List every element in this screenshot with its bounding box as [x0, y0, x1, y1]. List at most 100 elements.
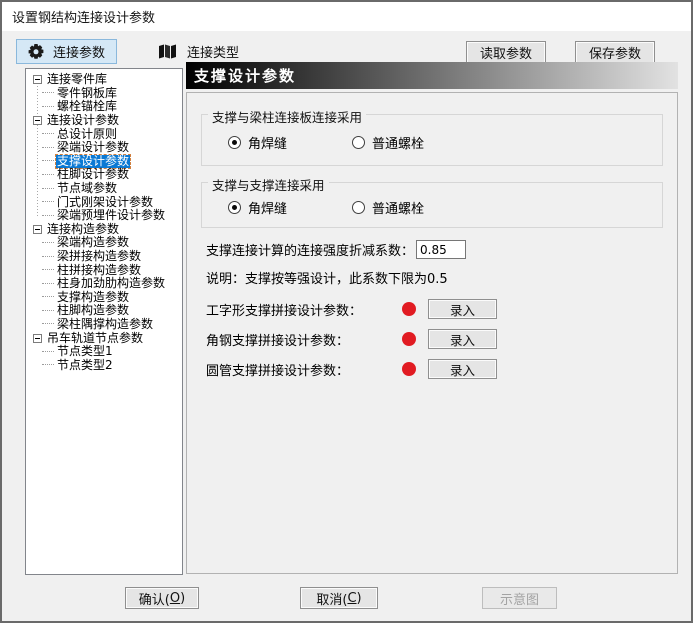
- book-icon: [159, 44, 178, 59]
- tree-item-label: 梁拼接构造参数: [57, 249, 142, 264]
- splice-entry-row: 角钢支撑拼接设计参数： 录入: [206, 329, 497, 349]
- tree-item[interactable]: 节点类型1: [26, 345, 182, 359]
- tree-item[interactable]: 连接零件库: [26, 73, 182, 87]
- tab-connection-parameters-label: 连接参数: [53, 46, 106, 61]
- cancel-button[interactable]: 取消(C): [300, 587, 378, 609]
- tree-connector-line: [42, 241, 54, 244]
- tree-item-label: 吊车轨道节点参数: [47, 330, 144, 345]
- entry-button[interactable]: 录入: [428, 299, 497, 319]
- cancel-label-pre: 取消(: [316, 592, 348, 608]
- collapse-icon[interactable]: [33, 75, 42, 85]
- tree-item[interactable]: 门式刚架设计参数: [26, 195, 182, 209]
- tree-item[interactable]: 梁端预埋件设计参数: [26, 209, 182, 223]
- tree-item[interactable]: 梁拼接构造参数: [26, 250, 182, 264]
- collapse-icon[interactable]: [33, 333, 42, 343]
- radio-option[interactable]: 角焊缝: [228, 198, 352, 217]
- tab-connection-types[interactable]: 连接类型: [148, 39, 250, 64]
- tree-item[interactable]: 节点域参数: [26, 182, 182, 196]
- radio-option-label: 角焊缝: [248, 137, 288, 152]
- window-title: 设置钢结构连接设计参数: [12, 11, 156, 26]
- tree-item-label: 梁端预埋件设计参数: [57, 208, 166, 223]
- splice-entry-label: 角钢支撑拼接设计参数：: [206, 333, 350, 349]
- tab-connection-parameters[interactable]: 连接参数: [16, 39, 118, 64]
- splice-entry-row: 工字形支撑拼接设计参数： 录入: [206, 299, 497, 319]
- collapse-icon[interactable]: [33, 224, 42, 234]
- group-brace-to-gusset-title: 支撑与梁柱连接板连接采用: [208, 107, 367, 126]
- radio-icon[interactable]: [352, 136, 365, 149]
- tree-item-label: 柱拼接构造参数: [57, 262, 142, 277]
- tree-item[interactable]: 螺栓锚栓库: [26, 100, 182, 114]
- tab-connection-types-label: 连接类型: [187, 46, 240, 61]
- tree-item-label: 柱脚构造参数: [57, 303, 130, 318]
- tree-connector-line: [42, 160, 54, 162]
- tree-item[interactable]: 柱脚构造参数: [26, 304, 182, 318]
- tree-item-label: 门式刚架设计参数: [57, 194, 154, 209]
- radio-option[interactable]: 普通螺栓: [352, 198, 476, 217]
- parameter-tree[interactable]: 连接零件库 零件钢板库 螺栓锚栓库 连接设计参数 总设计原则 梁端设计参数 支撑…: [25, 68, 183, 575]
- tree-item-label: 连接设计参数: [47, 113, 120, 128]
- radio-option-label: 角焊缝: [248, 202, 288, 217]
- tree-item-label: 零件钢板库: [57, 85, 118, 100]
- gear-icon: [28, 43, 44, 60]
- entry-button[interactable]: 录入: [428, 329, 497, 349]
- tree-item-label: 螺栓锚栓库: [57, 99, 118, 114]
- tree-connector-line: [42, 92, 54, 94]
- strength-reduction-row: 支撑连接计算的连接强度折减系数：: [206, 240, 466, 259]
- confirm-access-key: O: [169, 590, 181, 606]
- panel-header: 支撑设计参数: [186, 62, 678, 89]
- strength-reduction-label: 支撑连接计算的连接强度折减系数：: [206, 244, 415, 259]
- read-params-button[interactable]: 读取参数: [466, 41, 546, 64]
- radio-option[interactable]: 普通螺栓: [352, 133, 476, 152]
- tree-item[interactable]: 连接设计参数: [26, 114, 182, 128]
- tree-connector-line: [42, 296, 54, 298]
- group-brace-to-gusset: 支撑与梁柱连接板连接采用 角焊缝 普通螺栓: [201, 107, 663, 166]
- radio-icon[interactable]: [228, 136, 241, 149]
- tree-item-label: 总设计原则: [57, 126, 118, 141]
- tree-connector-line: [42, 105, 54, 108]
- cancel-label-post: ): [356, 590, 362, 606]
- tree-item-label: 节点域参数: [57, 181, 118, 196]
- tree-item[interactable]: 柱拼接构造参数: [26, 263, 182, 277]
- tree-item-label: 连接零件库: [47, 72, 108, 87]
- tree-item-label: 梁端构造参数: [57, 235, 130, 250]
- radio-option-label: 普通螺栓: [372, 137, 425, 152]
- tree-item[interactable]: 吊车轨道节点参数: [26, 331, 182, 345]
- tree-connector-line: [42, 364, 54, 366]
- title-bar: 设置钢结构连接设计参数: [2, 2, 691, 31]
- strength-reduction-input[interactable]: [416, 240, 466, 259]
- tree-item-label: 柱身加劲肋构造参数: [57, 276, 166, 291]
- tree-item[interactable]: 梁端构造参数: [26, 236, 182, 250]
- tree-connector-line: [42, 187, 54, 190]
- dialog-window: 设置钢结构连接设计参数 连接参数 连接类型 读取参数 保存参数 连接零件库 零件…: [0, 0, 693, 623]
- tree-item-label: 节点类型2: [57, 357, 113, 372]
- tree-item[interactable]: 节点类型2: [26, 358, 182, 372]
- tree-connector-line: [42, 255, 54, 258]
- radio-icon[interactable]: [352, 201, 365, 214]
- tree-item[interactable]: 总设计原则: [26, 127, 182, 141]
- tree-item[interactable]: 柱身加劲肋构造参数: [26, 277, 182, 291]
- tree-item-label: 梁端设计参数: [57, 140, 130, 155]
- entry-button[interactable]: 录入: [428, 359, 497, 379]
- tree-item[interactable]: 梁柱隅撑构造参数: [26, 317, 182, 332]
- tree-connector-line: [42, 269, 54, 271]
- tree-list: 连接零件库 零件钢板库 螺栓锚栓库 连接设计参数 总设计原则 梁端设计参数 支撑…: [26, 73, 182, 373]
- tree-connector-line: [42, 173, 54, 176]
- group-brace-to-brace: 支撑与支撑连接采用 角焊缝 普通螺栓: [201, 175, 663, 228]
- cancel-access-key: C: [347, 590, 357, 606]
- note-text: 说明：支撑按等强设计，此系数下限为0.5: [206, 272, 448, 287]
- radio-icon[interactable]: [228, 201, 241, 214]
- diagram-button: 示意图: [482, 587, 557, 609]
- tree-item-label: 支撑构造参数: [57, 289, 130, 304]
- brace-design-panel: 支撑与梁柱连接板连接采用 角焊缝 普通螺栓 支撑与支撑连接采用 角焊缝 普通螺栓…: [186, 92, 678, 574]
- save-params-button[interactable]: 保存参数: [575, 41, 655, 64]
- tree-item[interactable]: 柱脚设计参数: [26, 168, 182, 182]
- splice-entry-label: 工字形支撑拼接设计参数：: [206, 303, 363, 319]
- radio-option[interactable]: 角焊缝: [228, 133, 352, 152]
- tree-connector-line: [42, 214, 54, 217]
- splice-entry-label: 圆管支撑拼接设计参数：: [206, 363, 350, 379]
- confirm-button[interactable]: 确认(O): [125, 587, 199, 609]
- tree-item[interactable]: 梁端设计参数: [26, 141, 182, 155]
- confirm-label-pre: 确认(: [138, 592, 170, 608]
- brace-to-brace-options: 角焊缝 普通螺栓: [228, 198, 476, 217]
- collapse-icon[interactable]: [33, 116, 42, 126]
